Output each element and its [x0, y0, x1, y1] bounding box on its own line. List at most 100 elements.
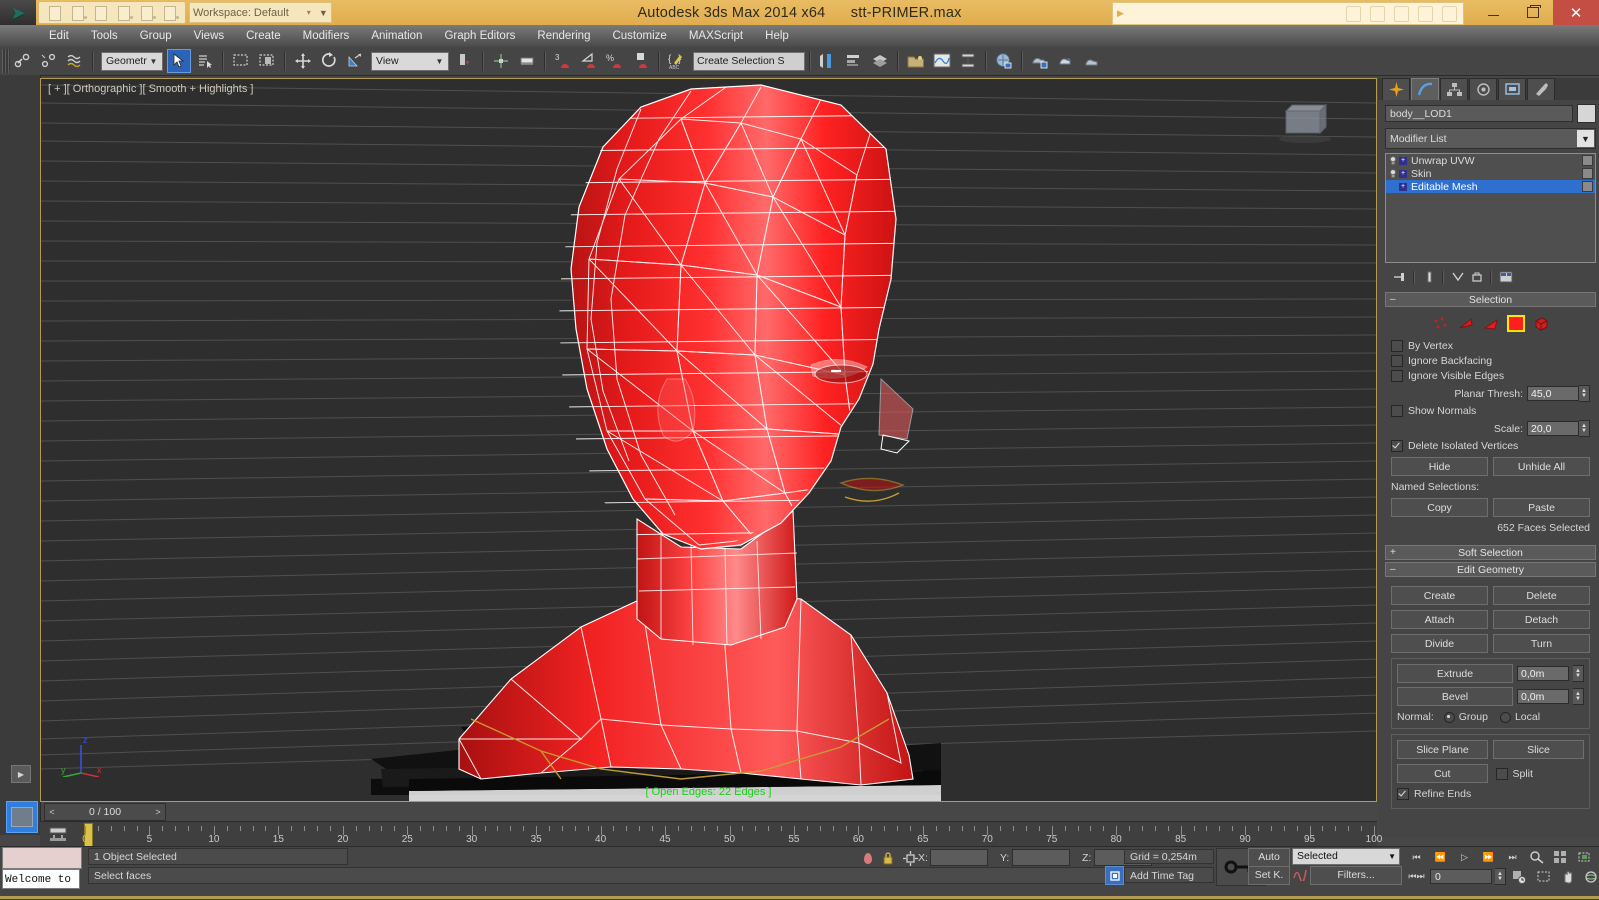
toggle-scene-explorer-icon[interactable] [904, 49, 928, 73]
workspace-selector[interactable]: Workspace: Default ▾ ▼ [189, 2, 332, 23]
menu-item-graph-editors[interactable]: Graph Editors [433, 28, 526, 44]
select-and-rotate-icon[interactable] [317, 49, 341, 73]
menu-item-help[interactable]: Help [754, 28, 800, 44]
scale-input[interactable]: 20,0 [1527, 421, 1579, 436]
undo-button[interactable] [113, 3, 134, 22]
vertex-icon[interactable] [1432, 315, 1450, 332]
redo-button[interactable] [136, 3, 157, 22]
modifier-stack-item-editable-mesh[interactable]: + Editable Mesh [1386, 180, 1595, 193]
key-curve-icon[interactable] [1292, 866, 1308, 882]
menu-item-views[interactable]: Views [183, 28, 235, 44]
display-tab[interactable] [1498, 78, 1526, 100]
named-selection-sets-input[interactable]: Create Selection S [693, 51, 805, 71]
by-vertex-checkbox[interactable] [1391, 340, 1403, 352]
extrude-amount-input[interactable]: 0,0m [1517, 666, 1569, 681]
normal-group-radio[interactable] [1443, 711, 1455, 723]
viewcube[interactable] [1270, 99, 1336, 148]
menu-item-group[interactable]: Group [129, 28, 183, 44]
align-icon[interactable] [842, 49, 866, 73]
new-scene-button[interactable] [44, 3, 65, 22]
bevel-button[interactable]: Bevel [1397, 687, 1513, 706]
frame-spinner[interactable]: ▲ ▼ [1495, 868, 1506, 885]
make-unique-icon[interactable] [1449, 269, 1466, 285]
unhide-all-button[interactable]: Unhide All [1493, 457, 1590, 476]
delete-isolated-vertices-checkbox[interactable] [1391, 440, 1403, 452]
cut-button[interactable]: Cut [1397, 764, 1488, 783]
chevron-down-icon-keyfilter[interactable]: ▼ [1388, 848, 1399, 865]
extrude-button[interactable]: Extrude [1397, 664, 1513, 683]
snaps-toggle-icon[interactable] [515, 49, 539, 73]
maxscript-listener-white-pane[interactable]: Welcome to [2, 869, 80, 889]
time-slider-handle[interactable]: < 0 / 100 > [44, 803, 166, 821]
scale-spinner[interactable]: ▲ ▼ [1579, 420, 1590, 437]
ignore-backfacing-checkbox-row[interactable]: Ignore Backfacing [1391, 355, 1590, 367]
time-configuration-icon[interactable] [1509, 869, 1530, 885]
edge-icon[interactable] [1457, 315, 1475, 332]
key-mode-toggle-icon[interactable]: ⏮⏭ [1406, 869, 1427, 884]
favorites-icon[interactable] [1418, 6, 1433, 22]
slice-button[interactable]: Slice [1493, 740, 1584, 759]
time-tag-icon[interactable] [1105, 866, 1124, 885]
auto-key-button[interactable]: Auto [1248, 848, 1290, 867]
menu-item-animation[interactable]: Animation [360, 28, 433, 44]
add-time-tag-button[interactable]: Add Time Tag [1124, 867, 1214, 883]
expand-icon[interactable]: + [1390, 547, 1396, 558]
motion-tab[interactable] [1469, 78, 1497, 100]
mirror-icon[interactable] [816, 49, 840, 73]
polygon-icon[interactable] [1506, 315, 1525, 332]
angle-snap-toggle-icon[interactable] [577, 49, 601, 73]
zoom-extents-icon[interactable] [1574, 849, 1595, 865]
track-bar-ruler[interactable]: 0 5 10 15 20 25 30 35 40 45 50 55 60 65 70 75 80 85 90 95 10… [82, 822, 1382, 847]
divide-button[interactable]: Divide [1391, 634, 1488, 653]
menu-item-modifiers[interactable]: Modifiers [292, 28, 361, 44]
modifier-toggle-square-3[interactable] [1582, 181, 1593, 192]
refine-ends-checkbox[interactable] [1397, 788, 1409, 800]
viewport[interactable]: [ + ][ Orthographic ][ Smooth + Highligh… [40, 78, 1377, 802]
pan-icon[interactable] [1557, 869, 1578, 885]
unlink-selection-icon[interactable] [37, 49, 61, 73]
close-button[interactable]: ✕ [1553, 0, 1599, 25]
configure-modifier-sets-icon[interactable] [1497, 269, 1514, 285]
orbit-icon[interactable] [1581, 869, 1599, 885]
go-to-end-icon[interactable]: ⏭ [1502, 850, 1523, 865]
prev-frame-arrow[interactable]: < [45, 807, 59, 817]
soft-selection-rollout-header[interactable]: + Soft Selection [1385, 545, 1596, 560]
hide-button[interactable]: Hide [1391, 457, 1488, 476]
window-crossing-toggle-icon[interactable] [255, 49, 279, 73]
planar-thresh-input[interactable]: 45,0 [1527, 386, 1579, 401]
collapse-icon-2[interactable]: – [1390, 564, 1396, 575]
hierarchy-tab[interactable] [1440, 78, 1468, 100]
prev-frame-icon[interactable]: ⏪ [1430, 850, 1451, 865]
copy-button[interactable]: Copy [1391, 498, 1488, 517]
set-key-button[interactable]: Set K. [1248, 866, 1290, 885]
light-bulb-icon[interactable] [1388, 156, 1397, 166]
schematic-view-icon[interactable] [956, 49, 980, 73]
go-to-start-icon[interactable]: ⏮ [1406, 850, 1427, 865]
planar-thresh-spinner[interactable]: ▲ ▼ [1579, 385, 1590, 402]
select-and-scale-icon[interactable] [343, 49, 367, 73]
maxscript-listener-pink-pane[interactable] [2, 847, 82, 869]
modifier-stack-item-unwrap-uvw[interactable]: + Unwrap UVW [1386, 154, 1595, 167]
normal-local-radio[interactable] [1499, 711, 1511, 723]
chevron-down-icon-modlist[interactable]: ▼ [1577, 130, 1594, 147]
extrude-spinner[interactable]: ▲ ▼ [1573, 665, 1584, 682]
expand-modifier-icon-3[interactable]: + [1399, 182, 1407, 191]
menu-item-create[interactable]: Create [235, 28, 292, 44]
select-and-manipulate-icon[interactable] [489, 49, 513, 73]
region-zoom-icon[interactable] [1533, 869, 1554, 885]
layer-manager-icon[interactable] [868, 49, 892, 73]
face-icon[interactable] [1482, 315, 1500, 332]
modify-tab[interactable] [1411, 78, 1439, 100]
paste-button[interactable]: Paste [1493, 498, 1590, 517]
subscription-icon[interactable] [1370, 6, 1385, 22]
percent-snap-toggle-icon[interactable]: % [603, 49, 627, 73]
menu-item-rendering[interactable]: Rendering [526, 28, 601, 44]
show-normals-checkbox[interactable] [1391, 405, 1403, 417]
key-filter-dropdown[interactable]: Selected ▼ [1292, 848, 1400, 865]
track-bar[interactable]: 0 5 10 15 20 25 30 35 40 45 50 55 60 65 70 75 80 85 90 95 10… [40, 821, 1382, 847]
rail-play-icon[interactable]: ▶ [11, 765, 31, 783]
maxscript-mini-listener[interactable]: Welcome to [2, 847, 82, 899]
material-editor-icon[interactable] [992, 49, 1016, 73]
rendered-frame-window-icon[interactable] [1054, 49, 1078, 73]
delete-button[interactable]: Delete [1493, 586, 1590, 605]
